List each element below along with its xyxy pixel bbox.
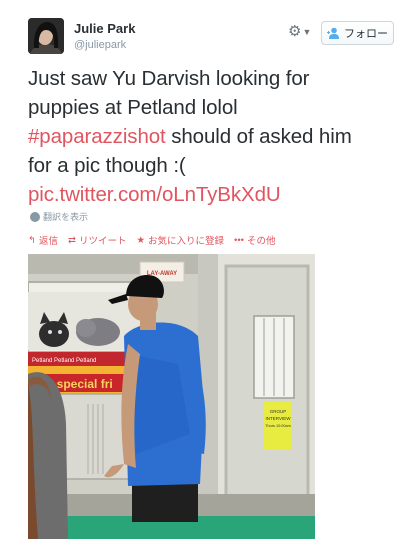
retweet-icon: ⇄	[67, 234, 76, 246]
tweet-line-2: puppies at Petland lolol	[28, 96, 238, 119]
favorite-label: お気に入りに登録	[148, 236, 225, 247]
favorite-button[interactable]: ★ お気に入りに登録	[136, 233, 225, 248]
translate-label: 翻訳を表示	[43, 212, 89, 222]
tweet-actions: ↰ 返信 ⇄ リツイート ★ お気に入りに登録 ••• その他	[28, 233, 276, 248]
tweet-photo[interactable]: GROUP INTERVIEW Thurs 10:00am LAY-AWAY P…	[28, 254, 315, 539]
user-name[interactable]: Julie Park	[74, 21, 135, 36]
more-icon: •••	[234, 234, 244, 246]
retweet-label: リツイート	[78, 236, 127, 247]
globe-icon	[30, 211, 40, 222]
tweet-line-3-rest: should of asked him	[165, 125, 352, 148]
retweet-button[interactable]: ⇄ リツイート	[67, 233, 127, 248]
gear-icon: ⚙	[288, 23, 302, 40]
user-handle[interactable]: @juliepark	[74, 39, 126, 51]
reply-icon: ↰	[28, 234, 36, 246]
notice-line-2: INTERVIEW	[266, 416, 292, 421]
hashtag-link[interactable]: #paparazzishot	[28, 125, 166, 148]
tweet-line-4: for a pic though :(	[28, 154, 186, 177]
notice-line-1: GROUP	[270, 409, 287, 414]
more-label: その他	[247, 236, 276, 247]
tweet-line-1: Just saw Yu Darvish looking for	[28, 67, 310, 90]
reply-label: 返信	[38, 236, 58, 247]
settings-dropdown[interactable]: ⚙▼	[288, 22, 316, 42]
notice-line-3: Thurs 10:00am	[265, 424, 291, 428]
add-person-icon	[327, 27, 339, 39]
follow-button[interactable]: フォロー	[321, 21, 394, 45]
chevron-down-icon: ▼	[302, 27, 312, 38]
star-icon: ★	[136, 234, 145, 246]
translate-link[interactable]: 翻訳を表示	[30, 210, 88, 223]
tweet-text: Just saw Yu Darvish looking for puppies …	[28, 64, 396, 209]
more-button[interactable]: ••• その他	[234, 233, 276, 248]
pic-link[interactable]: pic.twitter.com/oLnTyBkXdU	[28, 183, 281, 206]
reply-button[interactable]: ↰ 返信	[28, 233, 58, 248]
avatar[interactable]	[28, 18, 64, 54]
follow-label: フォロー	[344, 28, 388, 40]
petland-strip: Petland Petland Petland	[32, 358, 96, 364]
photo-scene: GROUP INTERVIEW Thurs 10:00am LAY-AWAY P…	[28, 254, 315, 539]
